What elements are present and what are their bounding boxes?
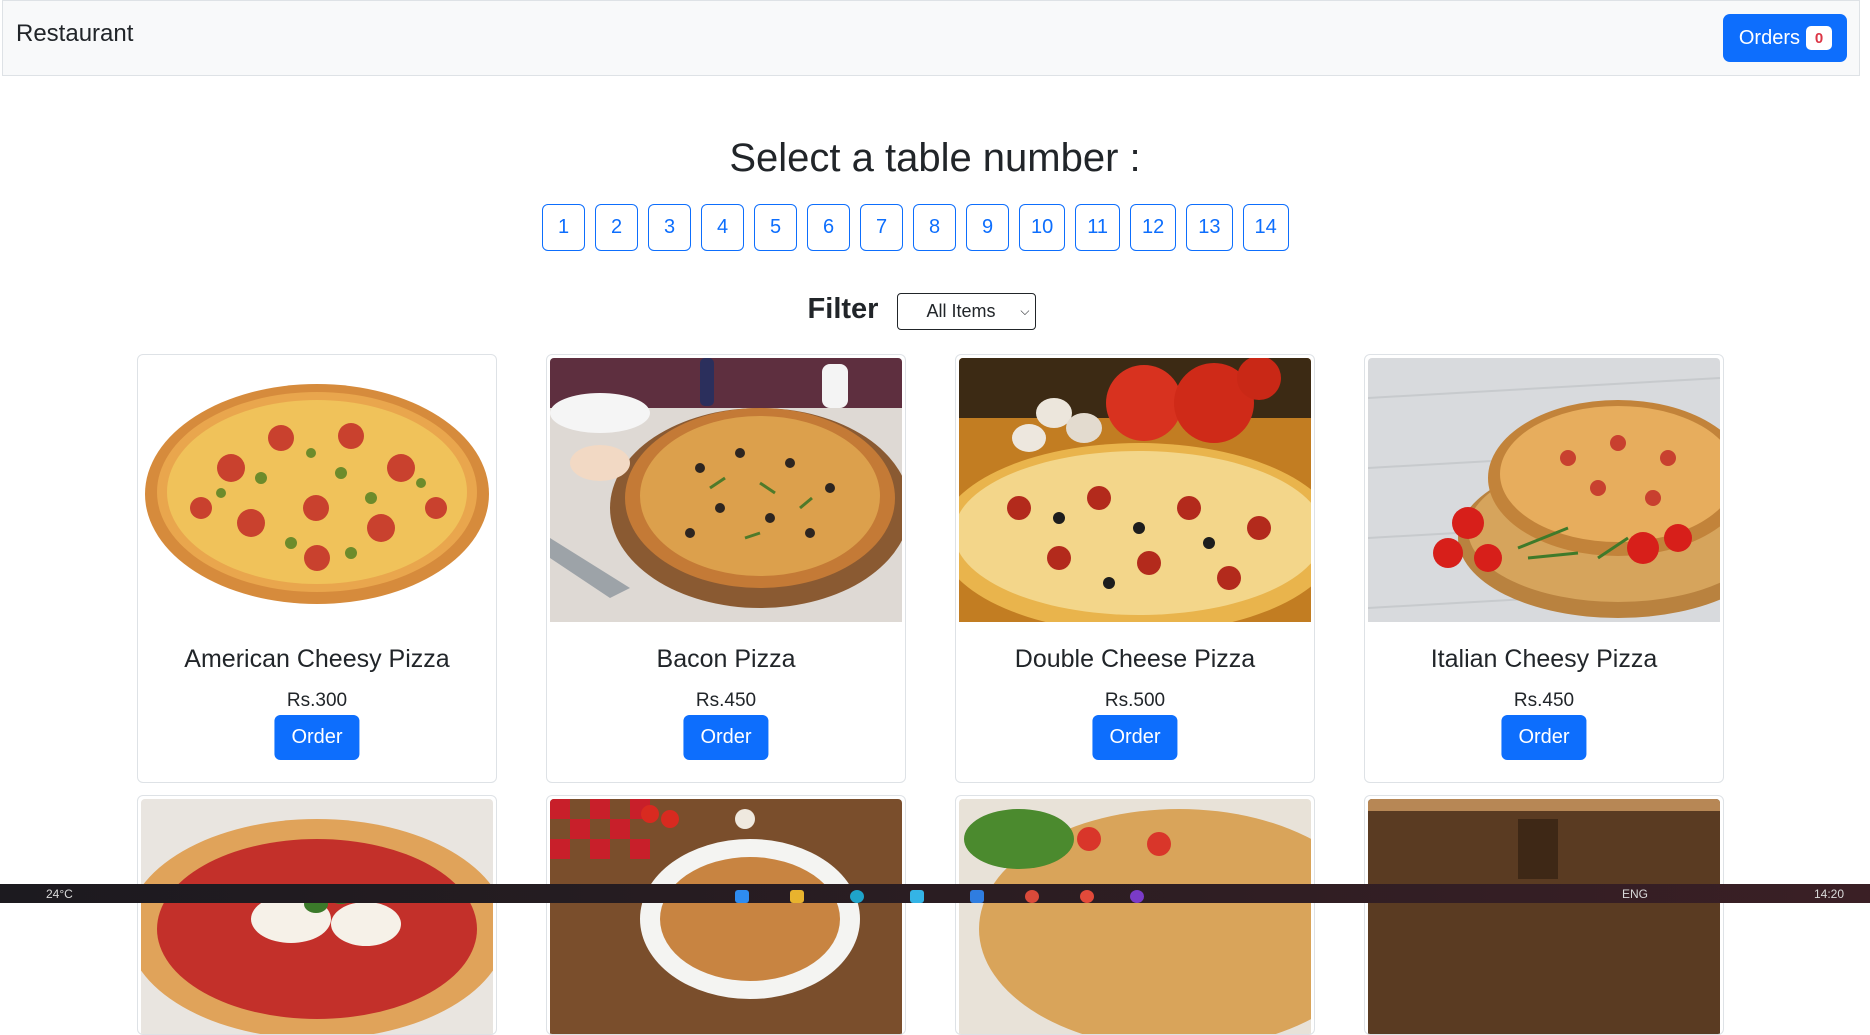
menu-card — [137, 795, 497, 1035]
table-button-10[interactable]: 10 — [1019, 204, 1066, 251]
pizza-image — [959, 358, 1311, 622]
pizza-image — [141, 799, 493, 1034]
item-price: Rs.500 — [1104, 690, 1166, 711]
menu-card: Bacon Pizza Rs.450 Order — [546, 354, 906, 783]
pizza-image — [550, 358, 902, 622]
pizza-image — [550, 799, 902, 1034]
file-explorer-icon[interactable] — [790, 890, 804, 903]
order-button[interactable]: Order — [1501, 715, 1587, 760]
orders-button[interactable]: Orders 0 — [1722, 14, 1847, 62]
table-button-12[interactable]: 12 — [1130, 204, 1177, 251]
pizza-image — [1368, 799, 1720, 1034]
item-price: Rs.300 — [286, 690, 348, 711]
table-button-4[interactable]: 4 — [701, 204, 744, 251]
start-icon[interactable] — [735, 890, 749, 903]
filter-selected-value: All Items — [926, 301, 996, 321]
chevron-down-icon: ⌵ — [1020, 304, 1030, 318]
table-button-5[interactable]: 5 — [754, 204, 797, 251]
pizza-image — [141, 358, 493, 622]
orders-count-badge: 0 — [1806, 26, 1832, 50]
order-button[interactable]: Order — [683, 715, 769, 760]
item-name: Double Cheese Pizza — [1014, 645, 1256, 673]
brand-title[interactable]: Restaurant — [16, 20, 133, 48]
menu-card: American Cheesy Pizza Rs.300 Order — [137, 354, 497, 783]
table-button-7[interactable]: 7 — [860, 204, 903, 251]
menu-card — [546, 795, 906, 1035]
table-number-group: 1 2 3 4 5 6 7 8 9 10 11 12 13 14 — [542, 204, 1289, 251]
item-name: American Cheesy Pizza — [184, 645, 450, 673]
order-button[interactable]: Order — [1092, 715, 1178, 760]
table-button-3[interactable]: 3 — [648, 204, 691, 251]
table-button-6[interactable]: 6 — [807, 204, 850, 251]
table-button-9[interactable]: 9 — [966, 204, 1009, 251]
menu-card — [955, 795, 1315, 1035]
app-icon[interactable] — [1130, 890, 1144, 903]
filter-row: Filter All Items ⌵ — [0, 288, 1870, 330]
menu-card: Double Cheese Pizza Rs.500 Order — [955, 354, 1315, 783]
filter-label: Filter — [807, 292, 879, 325]
filter-select[interactable]: All Items ⌵ — [897, 293, 1037, 330]
table-button-14[interactable]: 14 — [1242, 204, 1289, 251]
item-price: Rs.450 — [695, 690, 757, 711]
clock[interactable]: 14:20 — [1814, 887, 1844, 901]
item-price: Rs.450 — [1513, 690, 1575, 711]
pizza-image — [959, 799, 1311, 1034]
store-icon[interactable] — [910, 890, 924, 903]
navbar: Restaurant Orders 0 — [2, 0, 1860, 76]
item-name: Italian Cheesy Pizza — [1430, 645, 1658, 673]
order-button[interactable]: Order — [274, 715, 360, 760]
chrome-icon[interactable] — [1025, 890, 1039, 903]
os-taskbar: 24°C ENG 14:20 — [0, 884, 1870, 903]
language-indicator[interactable]: ENG — [1622, 887, 1648, 901]
table-button-13[interactable]: 13 — [1186, 204, 1233, 251]
item-name: Bacon Pizza — [656, 645, 796, 673]
table-button-1[interactable]: 1 — [542, 204, 585, 251]
table-button-11[interactable]: 11 — [1075, 204, 1121, 251]
pizza-image — [1368, 358, 1720, 622]
menu-card — [1364, 795, 1724, 1035]
menu-grid: American Cheesy Pizza Rs.300 Order Bacon… — [137, 354, 1724, 1035]
vscode-icon[interactable] — [970, 890, 984, 903]
page-heading: Select a table number : — [729, 136, 1141, 180]
app-icon[interactable] — [1080, 890, 1094, 903]
orders-button-label: Orders — [1738, 26, 1800, 49]
edge-icon[interactable] — [850, 890, 864, 903]
weather-readout[interactable]: 24°C — [46, 887, 73, 901]
table-button-8[interactable]: 8 — [913, 204, 956, 251]
menu-card: Italian Cheesy Pizza Rs.450 Order — [1364, 354, 1724, 783]
table-button-2[interactable]: 2 — [595, 204, 638, 251]
